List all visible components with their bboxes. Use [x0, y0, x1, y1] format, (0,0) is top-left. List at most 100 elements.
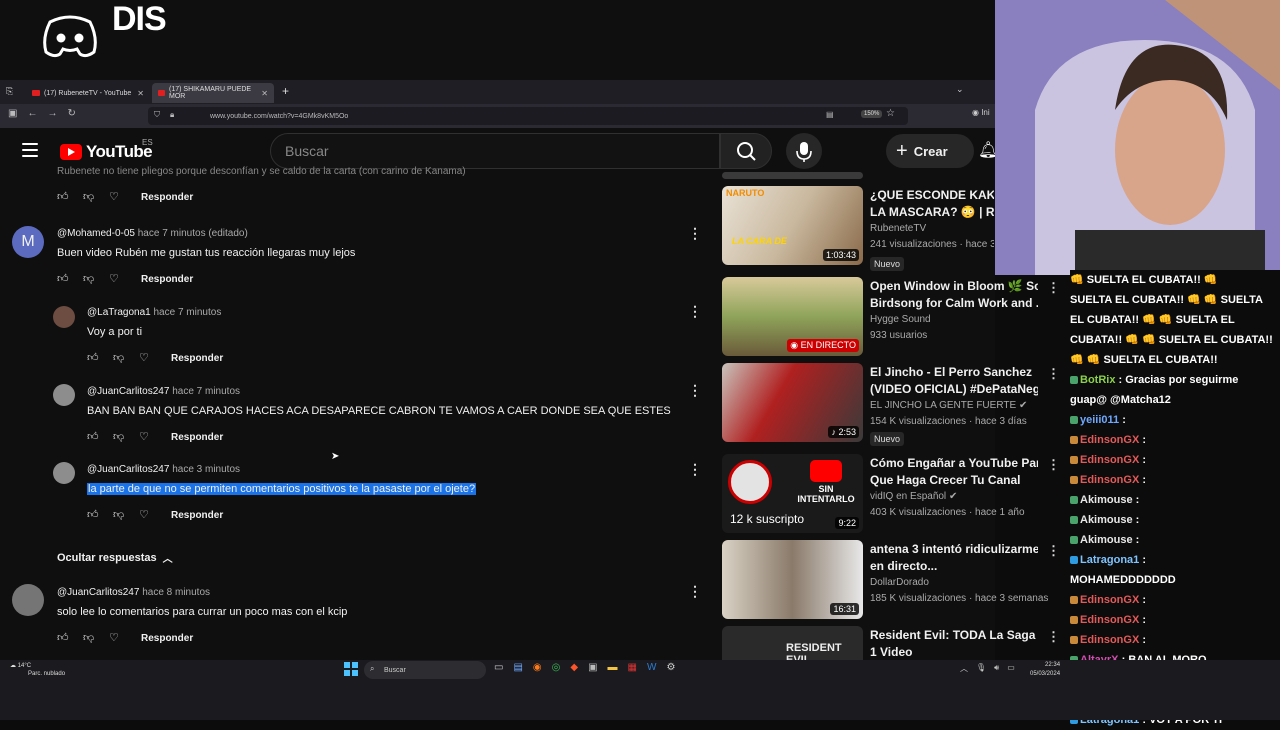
video-title[interactable]: El Jincho - El Perro Sanchez (VIDEO OFIC…: [870, 364, 1038, 398]
video-thumbnail[interactable]: NARUTO LA CARA DE 1:03:43: [722, 186, 863, 265]
more-options-icon[interactable]: ⋮: [688, 461, 702, 478]
reply-button[interactable]: Responder: [171, 353, 223, 364]
more-options-icon[interactable]: ⋮: [1047, 457, 1060, 473]
heart-icon[interactable]: ♡: [139, 431, 151, 443]
chevron-down-icon[interactable]: ⌄: [956, 84, 964, 95]
video-thumbnail[interactable]: 16:31: [722, 540, 863, 619]
more-options-icon[interactable]: ⋮: [688, 225, 702, 242]
chat-username[interactable]: Akimouse: [1080, 494, 1133, 506]
chat-username[interactable]: Akimouse: [1080, 534, 1133, 546]
video-title[interactable]: Resident Evil: TODA La Saga en 1 Video: [870, 627, 1038, 661]
chat-username[interactable]: Latragona1: [1080, 554, 1139, 566]
like-icon[interactable]: 👍︎: [57, 273, 69, 285]
more-options-icon[interactable]: ⋮: [1047, 629, 1060, 645]
more-options-icon[interactable]: ⋮: [1047, 280, 1060, 296]
volume-icon[interactable]: 🔊︎: [994, 663, 999, 674]
video-title[interactable]: Open Window in Bloom 🌿 Soft Birdsong for…: [870, 278, 1038, 312]
heart-icon[interactable]: ♡: [139, 352, 151, 364]
chat-username[interactable]: EdinsonGX: [1080, 474, 1139, 486]
comment-author[interactable]: @JuanCarlitos247: [87, 464, 169, 475]
comment-author[interactable]: @LaTragona1: [87, 307, 151, 318]
video-thumbnail[interactable]: RESIDENT EVIL: [722, 626, 863, 660]
dislike-icon[interactable]: 👎︎: [83, 632, 95, 644]
tab-shikamaru[interactable]: (17) SHIKAMARU PUEDE MOR ✕: [152, 83, 274, 103]
more-options-icon[interactable]: ⋮: [688, 382, 702, 399]
like-icon[interactable]: 👍︎: [57, 191, 69, 203]
reader-icon[interactable]: ▤: [826, 110, 834, 119]
video-channel[interactable]: RubeneteTV: [870, 221, 994, 237]
calendar-app-icon[interactable]: ▦: [628, 662, 637, 673]
like-icon[interactable]: 👍︎: [87, 352, 99, 364]
video-thumbnail[interactable]: SIN INTENTARLO 12 k suscripto 9:22: [722, 454, 863, 533]
chat-username[interactable]: Akimouse: [1080, 514, 1133, 526]
lock-icon[interactable]: 🔒︎: [170, 110, 174, 120]
reply-button[interactable]: Responder: [141, 633, 193, 644]
brave-icon[interactable]: ◆: [570, 662, 578, 673]
dislike-icon[interactable]: 👎︎: [113, 431, 125, 443]
new-tab-button[interactable]: +: [282, 84, 289, 98]
tab-rubenetetv[interactable]: (17) RubeneteTV - YouTube ✕: [26, 83, 150, 103]
chevron-up-icon[interactable]: ︿: [960, 663, 968, 674]
avatar[interactable]: [53, 306, 75, 328]
voice-search-button[interactable]: [786, 133, 822, 169]
zoom-level[interactable]: 150%: [861, 110, 883, 118]
avatar[interactable]: [53, 384, 75, 406]
clock[interactable]: 22:34 05/03/2024: [1030, 661, 1060, 679]
task-view-icon[interactable]: ▭: [494, 662, 503, 673]
reply-button[interactable]: Responder: [171, 432, 223, 443]
address-bar[interactable]: www.youtube.com/watch?v=4GMk8vKM5Oo: [148, 107, 908, 125]
firefox-icon[interactable]: ◉: [533, 662, 542, 673]
avatar[interactable]: M: [12, 226, 44, 258]
comment-author[interactable]: @Mohamed-0-05: [57, 228, 135, 239]
heart-icon[interactable]: ♡: [109, 632, 121, 644]
reply-button[interactable]: Responder: [171, 510, 223, 521]
microphone-icon[interactable]: 🎙︎: [976, 663, 986, 674]
video-thumbnail[interactable]: ♪ 2:53: [722, 363, 863, 442]
comment-time[interactable]: hace 3 minutos: [172, 464, 240, 475]
search-input[interactable]: Buscar: [270, 133, 720, 169]
display-icon[interactable]: ▭: [1007, 663, 1015, 674]
heart-icon[interactable]: ♡: [139, 509, 151, 521]
chat-username[interactable]: yeiii011: [1080, 414, 1119, 426]
comment-time[interactable]: hace 8 minutos: [142, 587, 210, 598]
like-icon[interactable]: 👍︎: [57, 632, 69, 644]
video-title[interactable]: Cómo Engañar a YouTube Para Que Haga Cre…: [870, 455, 1038, 489]
dislike-icon[interactable]: 👎︎: [83, 191, 95, 203]
chat-username[interactable]: EdinsonGX: [1080, 454, 1139, 466]
chrome-icon[interactable]: ◎: [552, 662, 561, 673]
hide-replies-button[interactable]: Ocultar respuestas ︿: [57, 550, 173, 566]
chat-username[interactable]: EdinsonGX: [1080, 614, 1139, 626]
dislike-icon[interactable]: 👎︎: [113, 509, 125, 521]
chat-username[interactable]: BotRix: [1080, 374, 1115, 386]
chat-username[interactable]: EdinsonGX: [1080, 594, 1139, 606]
settings-icon[interactable]: ⚙: [666, 662, 675, 673]
dislike-icon[interactable]: 👎︎: [83, 273, 95, 285]
shield-icon[interactable]: ⛉: [154, 110, 160, 120]
dislike-icon[interactable]: 👎︎: [113, 352, 125, 364]
hamburger-menu-icon[interactable]: [22, 143, 38, 157]
sidebar-icon[interactable]: ▣: [8, 108, 17, 119]
chat-username[interactable]: EdinsonGX: [1080, 634, 1139, 646]
comment-author[interactable]: @JuanCarlitos247: [87, 386, 169, 397]
video-channel[interactable]: EL JINCHO LA GENTE FUERTE ✔: [870, 398, 1045, 414]
avatar[interactable]: [12, 584, 44, 616]
back-icon[interactable]: ←: [27, 108, 37, 119]
reply-button[interactable]: Responder: [141, 274, 193, 285]
windows-start-icon[interactable]: [344, 662, 358, 676]
app-icon[interactable]: ▣: [588, 662, 597, 673]
video-title[interactable]: antena 3 intentó ridiculizarme en direct…: [870, 541, 1038, 575]
heart-icon[interactable]: ♡: [109, 191, 121, 203]
avatar[interactable]: [53, 462, 75, 484]
folder-icon[interactable]: ▬: [608, 662, 618, 673]
comment-author[interactable]: @JuanCarlitos247: [57, 587, 139, 598]
more-options-icon[interactable]: ⋮: [1047, 543, 1060, 559]
account-button[interactable]: ◉ Ini: [972, 108, 990, 117]
reply-button[interactable]: Responder: [141, 192, 193, 203]
video-thumbnail[interactable]: ◉ EN DIRECTO: [722, 277, 863, 356]
reload-icon[interactable]: ↻: [67, 108, 75, 119]
comment-time[interactable]: hace 7 minutos (editado): [138, 228, 248, 239]
more-options-icon[interactable]: ⋮: [688, 303, 702, 320]
like-icon[interactable]: 👍︎: [87, 509, 99, 521]
video-channel[interactable]: vidIQ en Español ✔: [870, 489, 1025, 505]
taskbar-search[interactable]: Buscar: [364, 661, 486, 679]
